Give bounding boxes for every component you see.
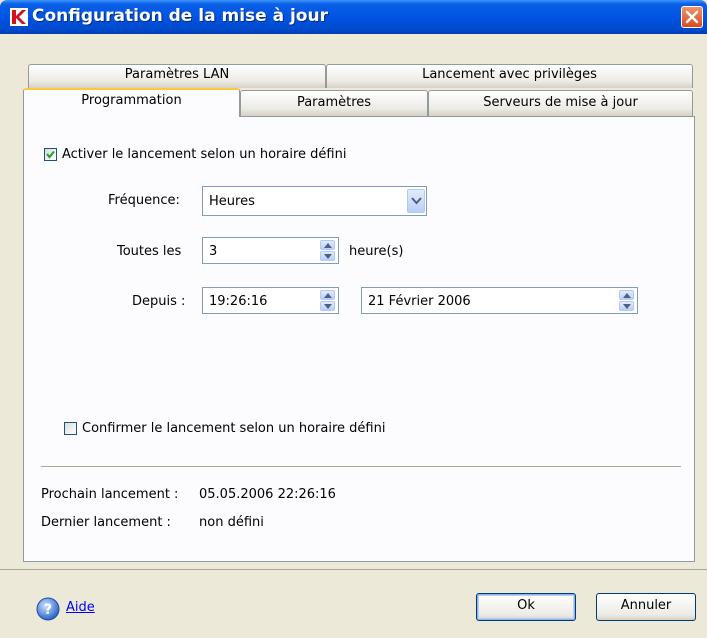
help-icon[interactable]: ? xyxy=(36,597,60,621)
kaspersky-k-icon xyxy=(10,8,28,26)
help-link[interactable]: Aide xyxy=(66,600,95,615)
arrow-up-icon xyxy=(324,293,332,298)
dropdown-button[interactable] xyxy=(407,189,425,213)
since-date-value: 21 Février 2006 xyxy=(368,294,471,309)
close-icon xyxy=(685,10,699,24)
tab-label: Paramètres xyxy=(296,95,372,110)
window-title: Configuration de la mise à jour xyxy=(32,6,328,26)
arrow-down-icon xyxy=(623,304,631,309)
spin-down-button[interactable] xyxy=(320,251,335,261)
arrow-down-icon xyxy=(324,304,332,309)
spin-buttons[interactable] xyxy=(320,240,335,261)
frequency-value: Heures xyxy=(209,194,255,209)
every-label: Toutes les xyxy=(117,244,182,259)
since-time-value: 19:26:16 xyxy=(209,294,268,309)
last-run-label: Dernier lancement : xyxy=(41,515,171,530)
since-label: Depuis : xyxy=(132,294,186,309)
checkmark-icon xyxy=(46,150,55,159)
ok-button-label: Ok xyxy=(517,598,535,613)
spin-down-button[interactable] xyxy=(619,301,634,311)
next-run-label: Prochain lancement : xyxy=(41,487,179,502)
last-run-value: non défini xyxy=(199,515,264,530)
since-time-spinbox[interactable]: 19:26:16 xyxy=(202,287,339,314)
chevron-down-icon xyxy=(411,197,422,205)
cancel-button[interactable]: Annuler xyxy=(596,593,696,621)
tab-label: Paramètres LAN xyxy=(124,67,230,82)
enable-schedule-label[interactable]: Activer le lancement selon un horaire dé… xyxy=(62,147,346,162)
cancel-button-label: Annuler xyxy=(620,598,672,613)
spin-up-button[interactable] xyxy=(320,290,335,300)
separator xyxy=(41,466,681,468)
tab-label: Lancement avec privilèges xyxy=(422,67,597,82)
dialog-window: Configuration de la mise à jour Paramètr… xyxy=(0,0,707,638)
enable-schedule-checkbox[interactable] xyxy=(44,148,57,161)
svg-text:?: ? xyxy=(44,602,52,618)
tab-lancement-privileges[interactable]: Lancement avec privilèges xyxy=(326,64,693,88)
footer-divider xyxy=(0,569,707,570)
spin-down-button[interactable] xyxy=(320,301,335,311)
tab-label: Programmation xyxy=(81,93,182,108)
title-bar[interactable]: Configuration de la mise à jour xyxy=(0,0,707,34)
frequency-dropdown[interactable]: Heures xyxy=(202,186,427,216)
arrow-up-icon xyxy=(623,293,631,298)
spin-buttons[interactable] xyxy=(619,290,634,311)
tab-programmation[interactable]: Programmation xyxy=(23,88,240,117)
spin-buttons[interactable] xyxy=(320,290,335,311)
confirm-schedule-label[interactable]: Confirmer le lancement selon un horaire … xyxy=(82,421,385,436)
every-hours-spinbox[interactable]: 3 xyxy=(202,237,339,264)
every-value: 3 xyxy=(209,244,218,259)
spin-up-button[interactable] xyxy=(619,290,634,300)
next-run-value: 05.05.2006 22:26:16 xyxy=(199,487,336,502)
every-unit-label: heure(s) xyxy=(349,244,404,259)
arrow-up-icon xyxy=(324,243,332,248)
confirm-schedule-checkbox[interactable] xyxy=(64,422,77,435)
close-button[interactable] xyxy=(681,6,703,28)
spin-up-button[interactable] xyxy=(320,240,335,250)
frequency-label: Fréquence: xyxy=(108,193,180,208)
tab-label: Serveurs de mise à jour xyxy=(483,95,638,110)
tab-parametres-lan[interactable]: Paramètres LAN xyxy=(28,64,326,88)
ok-button[interactable]: Ok xyxy=(476,593,576,621)
tab-serveurs-mise-a-jour[interactable]: Serveurs de mise à jour xyxy=(428,90,693,116)
tab-parametres[interactable]: Paramètres xyxy=(240,90,428,116)
arrow-down-icon xyxy=(324,254,332,259)
since-date-spinbox[interactable]: 21 Février 2006 xyxy=(361,287,638,314)
